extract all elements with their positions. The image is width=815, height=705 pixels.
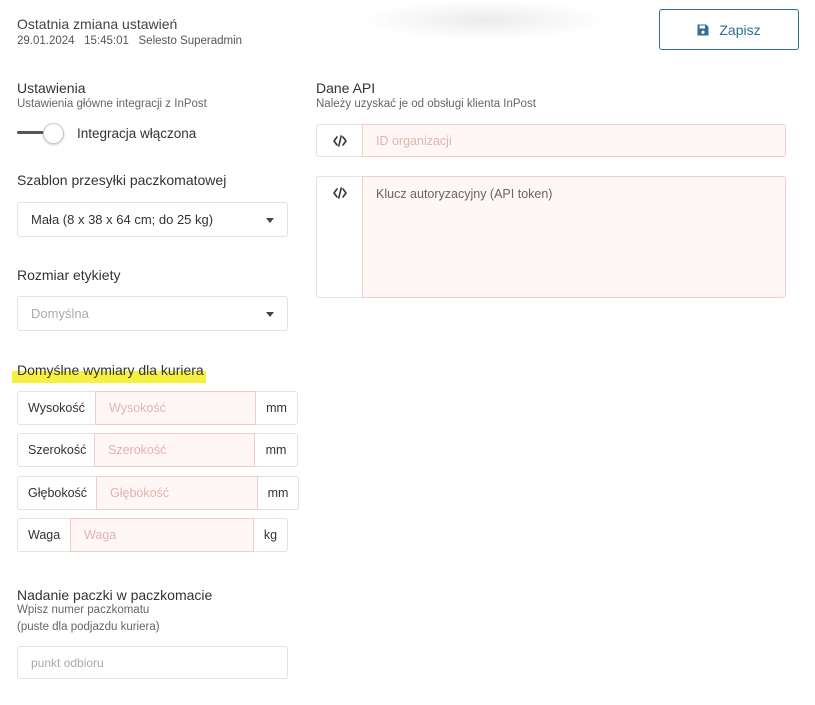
weight-input[interactable]: Waga bbox=[70, 518, 254, 552]
caret-down-icon bbox=[266, 311, 274, 317]
template-title: Szablon przesyłki paczkomatowej bbox=[17, 172, 227, 188]
dropoff-title: Nadanie paczki w paczkomacie bbox=[17, 587, 213, 603]
dimension-label: Głębokość bbox=[17, 476, 96, 510]
last-change-meta: 29.01.2024 15:45:01 Selesto Superadmin bbox=[17, 35, 242, 47]
dimension-row-depth: Głębokość Głębokość mm bbox=[17, 476, 299, 510]
api-token-textarea[interactable]: Klucz autoryzacyjny (API token) bbox=[362, 176, 786, 298]
last-change-date: 29.01.2024 bbox=[17, 35, 75, 47]
organization-id-input[interactable]: ID organizacji bbox=[362, 124, 786, 157]
label-size-select[interactable]: Domyślna bbox=[17, 296, 288, 331]
dimension-unit: mm bbox=[258, 476, 299, 510]
pickup-point-input[interactable]: punkt odbioru bbox=[17, 646, 288, 679]
dimension-label: Waga bbox=[17, 518, 70, 552]
label-size-title: Rozmiar etykiety bbox=[17, 267, 121, 283]
dimension-row-weight: Waga Waga kg bbox=[17, 518, 288, 552]
width-input[interactable]: Szerokość bbox=[94, 433, 255, 467]
integration-toggle[interactable] bbox=[17, 123, 64, 144]
settings-title: Ustawienia bbox=[17, 80, 86, 96]
dimension-unit: mm bbox=[255, 433, 298, 467]
integration-toggle-label: Integracja włączona bbox=[77, 126, 197, 141]
code-icon bbox=[316, 176, 362, 298]
dimension-unit: mm bbox=[256, 391, 298, 425]
template-select-value: Mała (8 x 38 x 64 cm; do 25 kg) bbox=[31, 212, 214, 227]
api-title: Dane API bbox=[316, 80, 376, 96]
save-button[interactable]: Zapisz bbox=[659, 9, 799, 50]
organization-id-group: ID organizacji bbox=[316, 124, 786, 157]
depth-input[interactable]: Głębokość bbox=[96, 476, 258, 510]
last-change-user: Selesto Superadmin bbox=[138, 35, 243, 47]
dropoff-subtitle: Wpisz numer paczkomatu bbox=[17, 604, 150, 616]
caret-down-icon bbox=[266, 217, 274, 223]
floppy-disk-icon bbox=[697, 24, 709, 35]
api-token-group: Klucz autoryzacyjny (API token) bbox=[316, 176, 786, 298]
dimension-label: Szerokość bbox=[17, 433, 94, 467]
last-change-title: Ostatnia zmiana ustawień bbox=[17, 16, 178, 32]
api-subtitle: Należy uzyskać je od obsługi klienta InP… bbox=[316, 98, 536, 110]
toggle-knob bbox=[43, 123, 64, 144]
dimension-row-height: Wysokość Wysokość mm bbox=[17, 391, 298, 425]
decorative-glow bbox=[360, 0, 610, 40]
save-button-label: Zapisz bbox=[719, 21, 761, 38]
courier-dimensions-title: Domyślne wymiary dla kuriera bbox=[17, 362, 204, 378]
code-icon bbox=[316, 124, 362, 157]
dimension-row-width: Szerokość Szerokość mm bbox=[17, 433, 298, 467]
last-change-time: 15:45:01 bbox=[84, 35, 129, 47]
height-input[interactable]: Wysokość bbox=[95, 391, 256, 425]
settings-subtitle: Ustawienia główne integracji z InPost bbox=[17, 98, 207, 110]
dropoff-subtitle-note: (puste dla podjazdu kuriera) bbox=[17, 621, 160, 633]
template-select[interactable]: Mała (8 x 38 x 64 cm; do 25 kg) bbox=[17, 202, 288, 237]
dimension-unit: kg bbox=[254, 518, 288, 552]
dimension-label: Wysokość bbox=[17, 391, 95, 425]
label-size-select-value: Domyślna bbox=[31, 306, 89, 321]
